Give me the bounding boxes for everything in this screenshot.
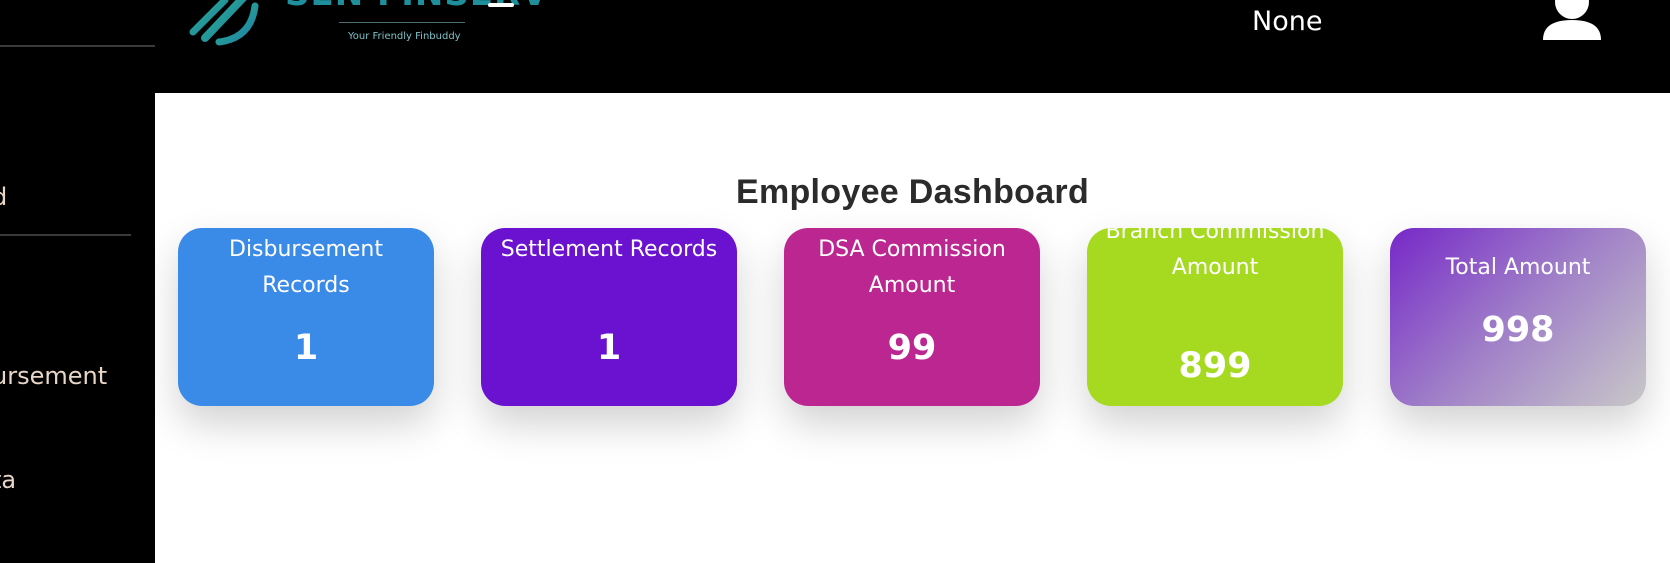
user-name: None xyxy=(1252,6,1323,37)
stat-card-branch-commission[interactable]: Branch Commission Amount 899 xyxy=(1087,228,1343,406)
user-icon[interactable] xyxy=(1541,0,1603,42)
stat-card-total-amount[interactable]: Total Amount 998 xyxy=(1390,228,1646,406)
stat-card-settlement-records[interactable]: Settlement Records 1 xyxy=(481,228,737,406)
top-navbar: SEN FINSERV Your Friendly Finbuddy None xyxy=(155,0,1670,93)
stat-card-value: 1 xyxy=(293,328,319,368)
logo-tagline: Your Friendly Finbuddy xyxy=(348,31,461,42)
stat-card-label: DSA Commission Amount xyxy=(818,237,1006,298)
stat-card-label: Total Amount xyxy=(1445,255,1591,280)
stat-card-label: Settlement Records xyxy=(500,237,718,262)
sidebar-divider xyxy=(0,234,131,236)
sidebar: d ursement ta xyxy=(0,0,155,563)
logo-divider xyxy=(339,22,465,23)
sidebar-item-data[interactable]: ta xyxy=(0,466,16,494)
sidebar-divider xyxy=(0,45,155,47)
page-title: Employee Dashboard xyxy=(735,173,1090,211)
brand-logo[interactable]: SEN FINSERV Your Friendly Finbuddy xyxy=(185,0,548,58)
stat-card-value: 1 xyxy=(596,328,622,368)
stat-card-value: 899 xyxy=(1178,346,1252,386)
stat-card-dsa-commission[interactable]: DSA Commission Amount 99 xyxy=(784,228,1040,406)
stat-card-value: 99 xyxy=(887,328,937,368)
stat-card-disbursement-records[interactable]: Disbursement Records 1 xyxy=(178,228,434,406)
main-content: Employee Dashboard Disbursement Records … xyxy=(155,93,1670,563)
logo-mark-icon xyxy=(189,0,259,46)
sidebar-item-disbursement[interactable]: ursement xyxy=(0,362,107,390)
sidebar-item-dashboard[interactable]: d xyxy=(0,183,7,211)
stat-card-label: Branch Commission Amount xyxy=(1105,228,1325,280)
stat-card-value: 998 xyxy=(1481,310,1555,350)
hamburger-icon[interactable] xyxy=(488,3,514,7)
stat-card-label: Disbursement Records xyxy=(229,237,383,298)
